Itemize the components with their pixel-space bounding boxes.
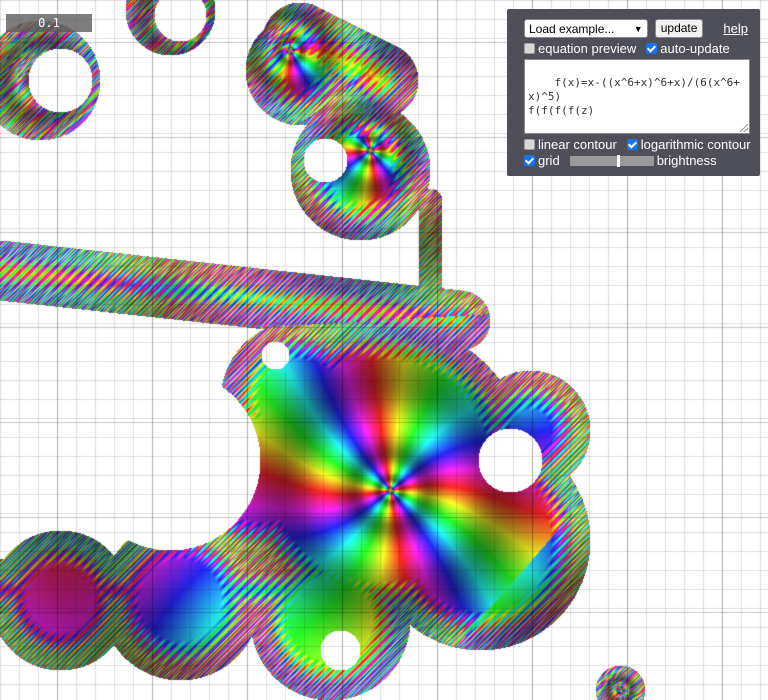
contour-row: linear contour logarithmic contour (524, 137, 751, 152)
grid-checkbox[interactable] (524, 155, 535, 166)
logarithmic-contour-label: logarithmic contour (640, 137, 751, 152)
grid-label: grid (538, 153, 560, 168)
auto-update-label: auto-update (660, 41, 730, 56)
linear-contour-checkbox[interactable] (524, 139, 535, 150)
linear-contour-label: linear contour (538, 137, 617, 152)
brightness-slider[interactable] (569, 154, 654, 167)
update-button[interactable]: update (654, 19, 704, 38)
equation-preview-label: equation preview (538, 41, 637, 56)
example-select-label: Load example... (529, 21, 615, 36)
auto-update-checkbox[interactable] (646, 43, 658, 54)
control-panel: Load example... ▼ update help equation p… (507, 9, 760, 176)
options-row: equation preview auto-update (524, 41, 748, 56)
equation-preview-checkbox[interactable] (524, 43, 535, 54)
equation-text: f(x)=x-((x^6+x)^6+x)/(6(x^6+x)^5) f(f(f(… (528, 76, 740, 117)
resize-grip-icon[interactable] (740, 124, 748, 132)
chevron-down-icon: ▼ (633, 23, 643, 34)
toolbar-row: Load example... ▼ update help (524, 19, 748, 38)
logarithmic-contour-checkbox[interactable] (626, 139, 638, 150)
help-link[interactable]: help (723, 21, 748, 36)
grid-row: grid brightness (524, 153, 748, 168)
brightness-label: brightness (656, 153, 717, 168)
scale-indicator: 0.1 (6, 14, 92, 32)
equation-editor[interactable]: f(x)=x-((x^6+x)^6+x)/(6(x^6+x)^5) f(f(f(… (524, 59, 750, 134)
example-select[interactable]: Load example... ▼ (524, 19, 648, 38)
brightness-slider-thumb[interactable] (616, 154, 620, 167)
